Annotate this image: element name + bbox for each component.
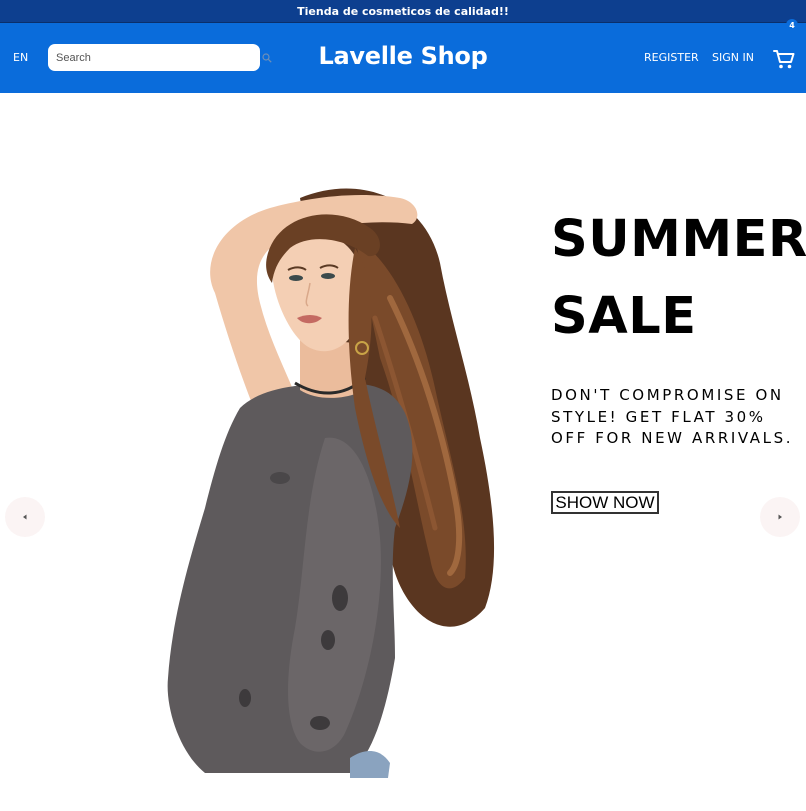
hero-title-line1: SUMMER xyxy=(551,210,806,269)
show-now-button[interactable]: SHOW NOW xyxy=(551,491,659,514)
slider-next-button[interactable] xyxy=(760,497,800,537)
search-icon[interactable] xyxy=(262,53,272,63)
cart-icon[interactable] xyxy=(772,48,796,70)
slider-prev-button[interactable] xyxy=(5,497,45,537)
language-selector[interactable]: EN xyxy=(13,51,28,64)
announcement-bar: Tienda de cosmeticos de calidad!! xyxy=(0,0,806,23)
hero-title: SUMMER SALE xyxy=(551,201,806,355)
search-input[interactable] xyxy=(48,44,260,71)
register-link[interactable]: REGISTER xyxy=(644,51,699,64)
navbar: EN Lavelle Shop REGISTER SIGN IN xyxy=(0,23,806,93)
site-logo[interactable]: Lavelle Shop xyxy=(319,42,488,70)
hero-slider: SUMMER SALE DON'T COMPROMISE ON STYLE! G… xyxy=(0,93,806,811)
model-photo xyxy=(167,188,495,778)
hero-title-line2: SALE xyxy=(551,287,697,346)
arrow-right-icon xyxy=(778,514,782,520)
signin-link[interactable]: SIGN IN xyxy=(712,51,754,64)
arrow-left-icon xyxy=(23,514,27,520)
search-container xyxy=(48,44,278,71)
announcement-text: Tienda de cosmeticos de calidad!! xyxy=(297,4,509,18)
hero-description: DON'T COMPROMISE ON STYLE! GET FLAT 30% … xyxy=(551,386,794,447)
cart-count-badge: 4 xyxy=(786,19,798,31)
